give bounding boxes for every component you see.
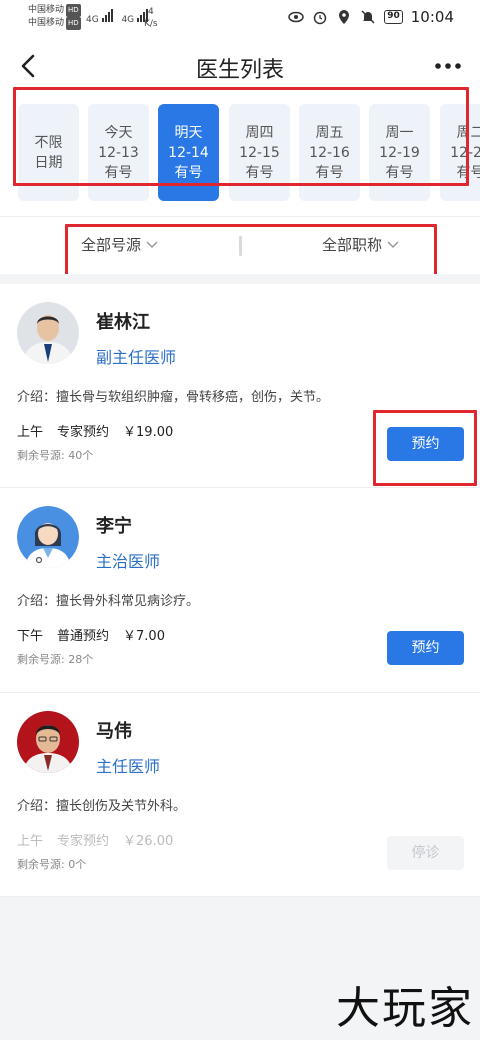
- filter-divider: [239, 236, 242, 256]
- book-button[interactable]: 预约: [387, 427, 464, 461]
- location-icon: [339, 10, 350, 24]
- date-line1: 周五: [315, 124, 344, 141]
- date-chip-mon[interactable]: 周一 12-19 有号: [369, 104, 430, 201]
- date-line1: 今天: [104, 124, 133, 141]
- section-separator: [0, 274, 480, 284]
- date-line2: 日期: [34, 154, 63, 171]
- avatar: [17, 711, 79, 773]
- date-line1: 不限: [34, 134, 63, 151]
- slot-price: ￥26.00: [123, 834, 174, 849]
- doctor-title: 主任医师: [96, 757, 161, 776]
- date-line2: 12-15: [239, 144, 280, 161]
- date-line2: 12-14: [168, 144, 209, 161]
- doctor-title: 副主任医师: [96, 348, 177, 367]
- doctor-card[interactable]: 马伟 主任医师 介绍：擅长创伤及关节外科。 上午 专家预约 ￥26.00 剩余号…: [0, 697, 480, 897]
- remaining-slots: 剩余号源: 40个: [17, 449, 94, 462]
- slot-type: 普通预约: [57, 629, 110, 644]
- avatar: [17, 506, 79, 568]
- hd-badge-2: HD: [66, 17, 81, 30]
- doctor-name: 崔林江: [96, 312, 150, 333]
- network-speed: 4 K/s: [144, 6, 158, 30]
- chevron-down-icon: [146, 240, 158, 248]
- date-line3: 有号: [315, 164, 344, 181]
- date-line3: 有号: [104, 164, 133, 181]
- doctor-card[interactable]: 崔林江 副主任医师 介绍：擅长骨与软组织肿瘤，骨转移癌，创伤，关节。 上午 专家…: [0, 288, 480, 488]
- speed-unit: K/s: [144, 19, 158, 29]
- suspended-button[interactable]: 停诊: [387, 836, 464, 870]
- status-bar: 中国移动 HD 中国移动 HD 4G 4G 4 K/s 90 10:04: [0, 0, 480, 36]
- slot-type: 专家预约: [57, 425, 110, 440]
- watermark-logo: 大玩家: [336, 983, 474, 1034]
- carrier-info: 中国移动 HD 中国移动 HD: [28, 4, 81, 30]
- slot-info: 上午 专家预约 ￥26.00: [17, 830, 173, 849]
- divider: [0, 216, 480, 217]
- doctor-intro: 介绍：擅长骨与软组织肿瘤，骨转移癌，创伤，关节。: [17, 390, 330, 405]
- doctor-intro: 介绍：擅长创伤及关节外科。: [17, 799, 187, 814]
- slot-type: 专家预约: [57, 834, 110, 849]
- title-filter-label: 全部职称: [322, 236, 383, 254]
- divider: [0, 487, 480, 488]
- avatar: [17, 302, 79, 364]
- slot-period: 上午: [17, 834, 44, 849]
- carrier-1: 中国移动: [28, 5, 65, 15]
- clock: 10:04: [410, 8, 454, 26]
- speed-value: 4: [147, 7, 154, 17]
- remaining-slots: 剩余号源: 0个: [17, 858, 87, 871]
- date-line2: 12-13: [98, 144, 139, 161]
- doctor-intro: 介绍：擅长骨外科常见病诊疗。: [17, 594, 200, 609]
- doctor-title: 主治医师: [96, 552, 161, 571]
- date-selector: 不限 日期 今天 12-13 有号 明天 12-14 有号 周四 12-15 有…: [0, 95, 480, 211]
- network-type-2: 4G: [121, 15, 135, 25]
- date-line3: 有号: [456, 164, 480, 181]
- slot-info: 上午 专家预约 ￥19.00: [17, 421, 173, 440]
- date-line1: 周四: [245, 124, 274, 141]
- doctor-name: 李宁: [96, 516, 132, 537]
- book-button[interactable]: 预约: [387, 631, 464, 665]
- slot-period: 上午: [17, 425, 44, 440]
- date-chip-thu[interactable]: 周四 12-15 有号: [229, 104, 290, 201]
- date-line1: 周二: [456, 124, 480, 141]
- source-filter[interactable]: 全部号源: [81, 234, 158, 255]
- remaining-slots: 剩余号源: 28个: [17, 653, 94, 666]
- date-line3: 有号: [174, 164, 203, 181]
- eye-icon: [288, 11, 304, 23]
- date-line2: 12-19: [379, 144, 420, 161]
- chevron-down-icon: [387, 240, 399, 248]
- slot-price: ￥7.00: [123, 629, 165, 644]
- signal-bars-1-icon: [101, 8, 113, 22]
- page-title: 医生列表: [195, 58, 284, 83]
- slot-price: ￥19.00: [123, 425, 174, 440]
- date-line2: 12-16: [309, 144, 350, 161]
- divider: [0, 692, 480, 693]
- more-icon[interactable]: [430, 52, 466, 80]
- battery-icon: 90: [384, 10, 403, 24]
- date-line1: 周一: [385, 124, 414, 141]
- source-filter-label: 全部号源: [81, 236, 142, 254]
- hd-badge-1: HD: [66, 4, 81, 17]
- date-chip-tue[interactable]: 周二 12-20 有号: [440, 104, 480, 201]
- carrier-2: 中国移动: [28, 18, 65, 28]
- mute-bell-icon: [361, 10, 375, 24]
- filter-bar: 全部号源 全部职称: [0, 220, 480, 272]
- slot-info: 下午 普通预约 ￥7.00: [17, 625, 165, 644]
- date-chip-any[interactable]: 不限 日期: [18, 104, 79, 201]
- date-line3: 有号: [385, 164, 414, 181]
- doctor-card[interactable]: 李宁 主治医师 介绍：擅长骨外科常见病诊疗。 下午 普通预约 ￥7.00 剩余号…: [0, 492, 480, 692]
- date-chip-fri[interactable]: 周五 12-16 有号: [299, 104, 360, 201]
- doctor-name: 马伟: [96, 721, 132, 742]
- title-filter[interactable]: 全部职称: [322, 234, 399, 255]
- date-chip-tomorrow[interactable]: 明天 12-14 有号: [158, 104, 219, 201]
- date-line2: 12-20: [450, 144, 480, 161]
- slot-period: 下午: [17, 629, 44, 644]
- nav-bar: 医生列表: [0, 40, 480, 92]
- alarm-icon: [313, 11, 327, 25]
- date-line1: 明天: [174, 124, 203, 141]
- date-line3: 有号: [245, 164, 274, 181]
- status-icons: 90 10:04: [288, 8, 454, 26]
- date-chip-today[interactable]: 今天 12-13 有号: [88, 104, 149, 201]
- network-type-1: 4G: [86, 15, 99, 25]
